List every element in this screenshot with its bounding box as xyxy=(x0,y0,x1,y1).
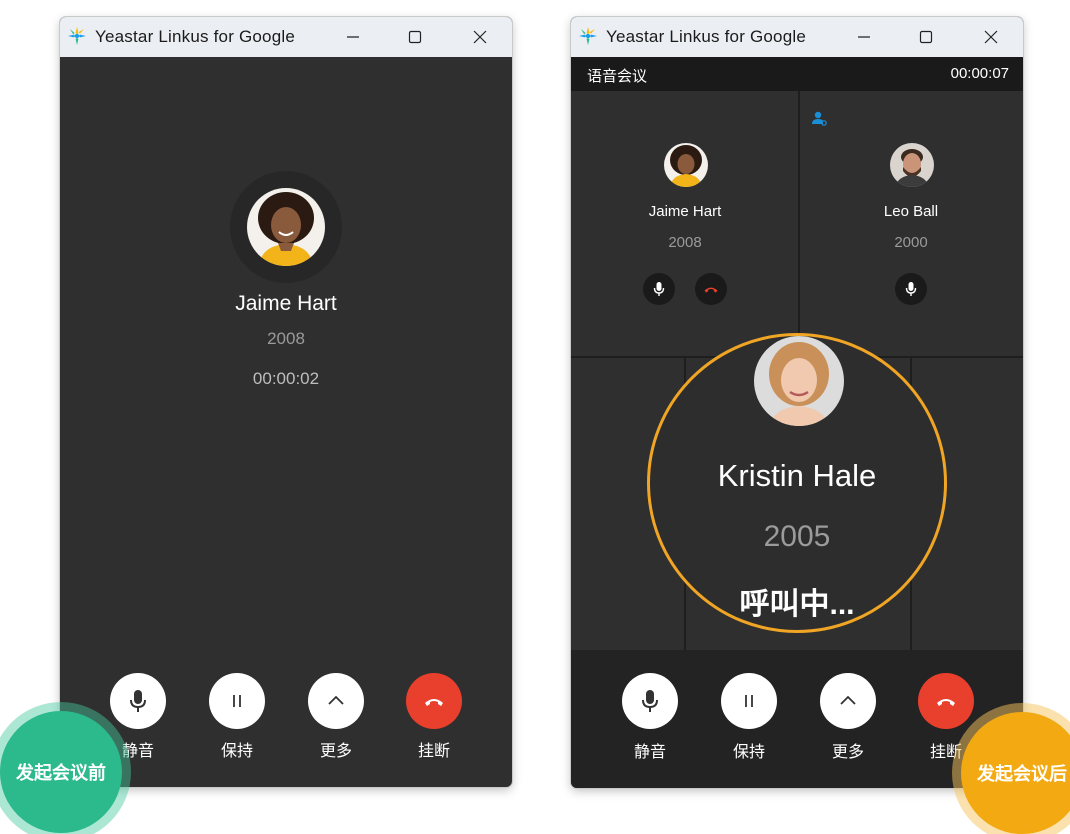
maximize-button[interactable] xyxy=(903,17,949,57)
close-icon xyxy=(984,30,998,44)
badge-after-conference: 发起会议后 xyxy=(961,712,1070,834)
participant-name: Jaime Hart xyxy=(648,203,722,220)
maximize-icon xyxy=(919,30,933,44)
calling-name: Kristin Hale xyxy=(717,458,877,493)
mute-button[interactable] xyxy=(110,673,166,729)
hangup-icon xyxy=(425,699,443,706)
participant-mute-button[interactable] xyxy=(895,273,927,305)
maximize-icon xyxy=(408,30,422,44)
badge-before-conference: 发起会议前 xyxy=(0,711,122,833)
close-button[interactable] xyxy=(457,17,503,57)
more-button[interactable] xyxy=(308,673,364,729)
control-bar: 静音 保持 更多 挂断 xyxy=(571,650,1023,788)
microphone-icon xyxy=(905,282,917,296)
yeastar-logo-icon xyxy=(68,27,86,45)
microphone-icon xyxy=(642,690,658,712)
title-bar: Yeastar Linkus for Google xyxy=(571,17,1023,57)
yeastar-logo-icon xyxy=(579,27,597,45)
caller-extension: 2008 xyxy=(267,329,305,348)
window-title: Yeastar Linkus for Google xyxy=(95,27,295,46)
conference-timer: 00:00:07 xyxy=(950,65,1009,82)
participant-avatar xyxy=(664,143,708,187)
hold-button[interactable] xyxy=(721,673,777,729)
title-bar: Yeastar Linkus for Google xyxy=(60,17,512,57)
grid-divider xyxy=(798,91,800,356)
more-label: 更多 xyxy=(319,743,352,760)
microphone-icon xyxy=(653,282,665,296)
participant-extension: 2008 xyxy=(668,234,702,251)
hangup-icon xyxy=(704,287,718,293)
pause-icon xyxy=(233,695,241,707)
chevron-up-icon xyxy=(840,695,856,705)
hangup-button[interactable] xyxy=(918,673,974,729)
mute-label: 静音 xyxy=(633,744,666,761)
window-title: Yeastar Linkus for Google xyxy=(606,27,806,46)
participant-avatar xyxy=(890,143,934,187)
conference-title: 语音会议 xyxy=(587,68,648,85)
calling-status: 呼叫中... xyxy=(739,588,855,621)
participant-name: Leo Ball xyxy=(883,203,939,220)
more-label: 更多 xyxy=(831,744,864,761)
call-window-before: Yeastar Linkus for Google Jaime Hart 200… xyxy=(60,17,512,787)
participant-extension: 2000 xyxy=(894,234,928,251)
microphone-icon xyxy=(130,690,146,712)
caller-name: Jaime Hart xyxy=(235,292,337,315)
close-icon xyxy=(473,30,487,44)
hold-label: 保持 xyxy=(220,743,253,760)
caller-avatar-ring xyxy=(230,171,342,283)
caller-avatar xyxy=(247,188,325,266)
hangup-button[interactable] xyxy=(406,673,462,729)
calling-avatar xyxy=(754,336,844,426)
minimize-icon xyxy=(347,36,359,38)
participant-mute-button[interactable] xyxy=(643,273,675,305)
more-button[interactable] xyxy=(820,673,876,729)
close-button[interactable] xyxy=(968,17,1014,57)
call-timer: 00:00:02 xyxy=(252,369,320,388)
minimize-button[interactable] xyxy=(330,17,376,57)
minimize-icon xyxy=(858,36,870,38)
hangup-icon xyxy=(937,699,955,706)
calling-extension: 2005 xyxy=(763,520,831,553)
hold-button[interactable] xyxy=(209,673,265,729)
minimize-button[interactable] xyxy=(841,17,887,57)
mute-button[interactable] xyxy=(622,673,678,729)
pause-icon xyxy=(745,695,753,707)
hangup-label: 挂断 xyxy=(417,743,450,760)
participant-hangup-button[interactable] xyxy=(695,273,727,305)
maximize-button[interactable] xyxy=(392,17,438,57)
host-icon xyxy=(812,111,827,126)
conference-header: 语音会议 00:00:07 xyxy=(571,57,1023,91)
hold-label: 保持 xyxy=(732,744,765,761)
chevron-up-icon xyxy=(328,695,344,705)
calling-participant-callout: Kristin Hale 2005 呼叫中... xyxy=(647,333,947,633)
